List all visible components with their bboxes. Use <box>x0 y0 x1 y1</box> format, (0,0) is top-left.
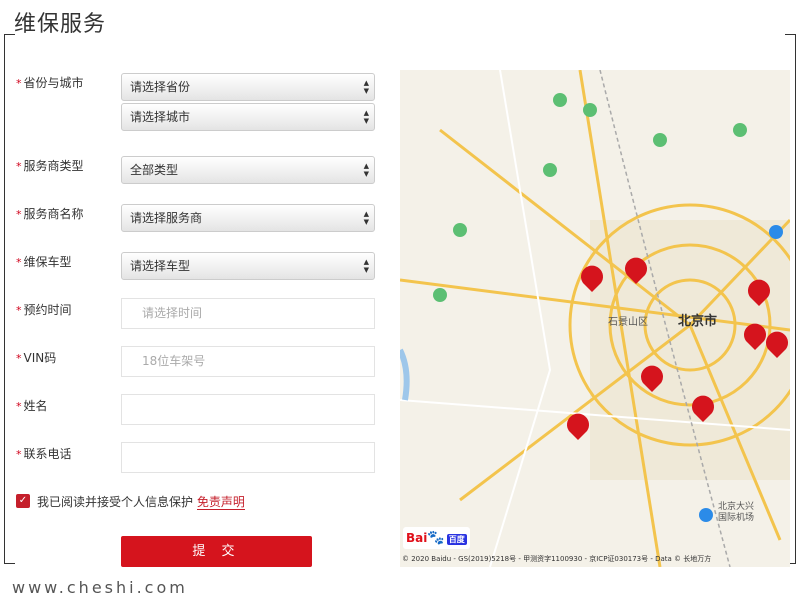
river <box>400 348 410 401</box>
map-city-label: 北京市 <box>678 314 718 329</box>
vin-label-text: VIN码 <box>23 351 57 365</box>
service-marker[interactable] <box>567 413 589 440</box>
dealer-name-select-value: 请选择服务商 <box>130 211 203 225</box>
required-mark: * <box>16 352 22 365</box>
map-copyright: © 2020 Baidu - GS(2019)5218号 - 甲测资字11009… <box>402 555 712 563</box>
submit-button[interactable]: 提 交 <box>121 536 312 567</box>
page-title: 维保服务 <box>14 12 107 37</box>
appointment-time-label: * 预约时间 <box>16 301 72 318</box>
park-icon <box>733 123 747 137</box>
name-label: * 姓名 <box>16 397 48 414</box>
baidu-paw-icon: 🐾 <box>427 530 445 546</box>
city-select-value: 请选择城市 <box>130 110 191 124</box>
name-label-text: 姓名 <box>23 399 48 413</box>
dealer-type-select[interactable]: 全部类型 ▲ ▼ <box>121 156 375 184</box>
city-select[interactable]: 请选择城市 ▲ ▼ <box>121 103 375 131</box>
map-panel[interactable]: 北京市 石景山区 北京大兴国际机场 Bai🐾 百度 © 2020 Baidu - … <box>400 70 790 567</box>
name-input[interactable] <box>121 394 375 425</box>
appointment-time-placeholder: 请选择时间 <box>142 306 203 320</box>
map-district-label: 石景山区 <box>608 317 648 328</box>
vin-label: * VIN码 <box>16 349 56 366</box>
required-mark: * <box>16 400 22 413</box>
required-mark: * <box>16 208 22 221</box>
vin-placeholder: 18位车架号 <box>142 354 206 368</box>
phone-input[interactable] <box>121 442 375 473</box>
appointment-time-label-text: 预约时间 <box>23 303 72 317</box>
airport-icon <box>769 225 783 239</box>
car-model-select-value: 请选择车型 <box>130 259 191 273</box>
appointment-time-input[interactable]: 请选择时间 <box>121 298 375 329</box>
agreement-text-label: 我已阅读并接受个人信息保护 <box>37 495 194 509</box>
agreement-checkbox[interactable]: ✓ <box>16 494 30 508</box>
dealer-type-label: * 服务商类型 <box>16 157 84 174</box>
frame-left-bracket <box>4 34 15 564</box>
baidu-logo-badge: 百度 <box>446 534 467 545</box>
park-icon <box>553 93 567 107</box>
province-select[interactable]: 请选择省份 ▲ ▼ <box>121 73 375 101</box>
urban-area <box>590 220 790 480</box>
baidu-logo-text: Bai <box>406 531 428 545</box>
required-mark: * <box>16 256 22 269</box>
airport-icon <box>699 508 713 522</box>
phone-label-text: 联系电话 <box>23 447 72 461</box>
dealer-name-select[interactable]: 请选择服务商 ▲ ▼ <box>121 204 375 232</box>
select-arrows-icon: ▲ ▼ <box>363 109 369 125</box>
vin-input[interactable]: 18位车架号 <box>121 346 375 377</box>
park-icon <box>453 223 467 237</box>
car-model-label: * 维保车型 <box>16 253 72 270</box>
watermark: www.cheshi.com <box>12 578 188 597</box>
required-mark: * <box>16 304 22 317</box>
minor-road <box>489 70 552 567</box>
baidu-logo: Bai🐾 百度 <box>403 527 470 549</box>
select-arrows-icon: ▲ ▼ <box>363 210 369 226</box>
park-icon <box>433 288 447 302</box>
dealer-name-label-text: 服务商名称 <box>23 207 84 221</box>
select-arrows-icon: ▲ ▼ <box>363 162 369 178</box>
dealer-name-label: * 服务商名称 <box>16 205 84 222</box>
dealer-type-label-text: 服务商类型 <box>23 159 84 173</box>
map-airport-label: 北京大兴国际机场 <box>718 502 755 523</box>
agreement-text: 我已阅读并接受个人信息保护 免责声明 <box>37 493 245 510</box>
park-icon <box>583 103 597 117</box>
required-mark: * <box>16 77 22 90</box>
select-arrows-icon: ▲ ▼ <box>363 79 369 95</box>
province-city-label: * 省份与城市 <box>16 74 84 91</box>
park-icon <box>653 133 667 147</box>
map-canvas <box>400 70 790 567</box>
phone-label: * 联系电话 <box>16 445 72 462</box>
province-select-value: 请选择省份 <box>130 80 191 94</box>
required-mark: * <box>16 160 22 173</box>
car-model-label-text: 维保车型 <box>23 255 72 269</box>
dealer-type-select-value: 全部类型 <box>130 163 179 177</box>
park-icon <box>543 163 557 177</box>
province-city-label-text: 省份与城市 <box>23 76 84 90</box>
car-model-select[interactable]: 请选择车型 ▲ ▼ <box>121 252 375 280</box>
required-mark: * <box>16 448 22 461</box>
disclaimer-link[interactable]: 免责声明 <box>196 495 245 510</box>
select-arrows-icon: ▲ ▼ <box>363 258 369 274</box>
